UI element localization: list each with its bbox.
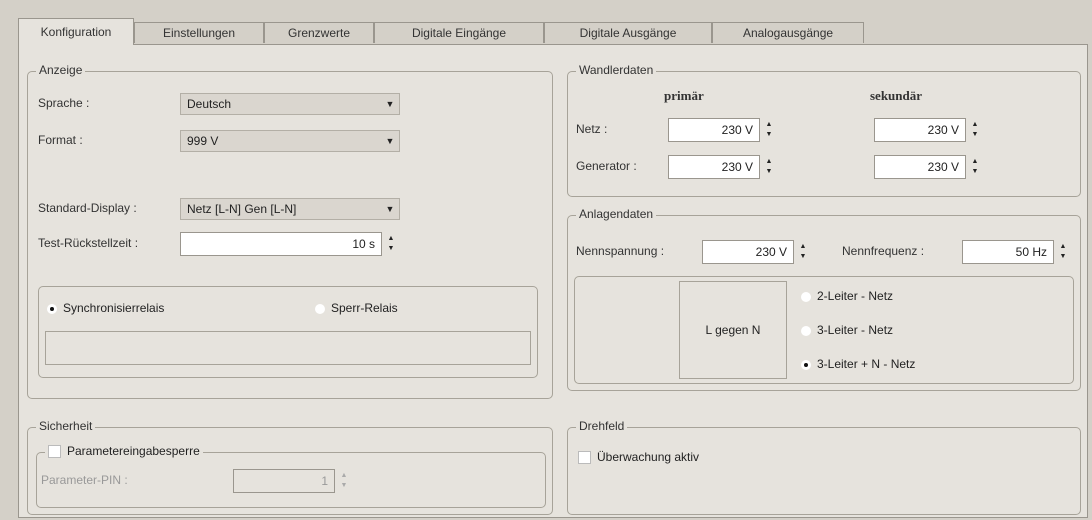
radio-dot: [801, 359, 811, 370]
checkbox-ueberwachung-aktiv[interactable]: Überwachung aktiv: [578, 450, 700, 465]
gen-primaer-spinner[interactable]: 230 V ▲ ▼: [668, 155, 778, 179]
sprache-label: Sprache :: [38, 96, 90, 110]
tab-digitale-ausgaenge[interactable]: Digitale Ausgänge: [544, 22, 712, 43]
gen-sekundaer-spinner[interactable]: 230 V ▲ ▼: [874, 155, 984, 179]
checkbox-label: Überwachung aktiv: [597, 450, 700, 464]
spin-down-icon[interactable]: ▼: [1056, 252, 1070, 262]
radio-dot: [801, 291, 811, 302]
standard-display-value: Netz [L-N] Gen [L-N]: [187, 202, 297, 216]
l-gegen-n-box: L gegen N: [679, 281, 787, 379]
radio-2-leiter-netz[interactable]: 2-Leiter - Netz: [801, 289, 893, 303]
anlagendaten-title: Anlagendaten: [576, 207, 657, 221]
spin-up-icon[interactable]: ▲: [762, 120, 776, 130]
tab-konfiguration[interactable]: Konfiguration: [18, 18, 134, 45]
nennfrequenz-label: Nennfrequenz :: [842, 244, 925, 258]
test-rueckstellzeit-value[interactable]: 10 s: [180, 232, 382, 256]
spin-down-icon[interactable]: ▼: [762, 130, 776, 140]
radio-dot: [47, 303, 57, 314]
drehfeld-group: Drehfeld Überwachung aktiv: [567, 419, 1081, 515]
gen-sekundaer-value[interactable]: 230 V: [874, 155, 966, 179]
format-select[interactable]: 999 V ▼: [180, 130, 400, 152]
anlagendaten-group: Anlagendaten Nennspannung : 230 V ▲ ▼ Nen…: [567, 207, 1081, 391]
radio-dot: [315, 303, 325, 314]
netz-sekundaer-spinner[interactable]: 230 V ▲ ▼: [874, 118, 984, 142]
spin-down-icon[interactable]: ▼: [968, 130, 982, 140]
chevron-down-icon: ▼: [385, 99, 395, 109]
nennspannung-label: Nennspannung :: [576, 244, 665, 258]
netz-primaer-spinner[interactable]: 230 V ▲ ▼: [668, 118, 778, 142]
parameter-pin-label: Parameter-PIN :: [41, 473, 128, 487]
nennfrequenz-value[interactable]: 50 Hz: [962, 240, 1054, 264]
primaer-header: primär: [664, 88, 704, 103]
spin-up-icon[interactable]: ▲: [968, 157, 982, 167]
checkbox-box: [578, 451, 591, 465]
sekundaer-header: sekundär: [870, 88, 923, 103]
radio-label: 3-Leiter - Netz: [817, 323, 894, 337]
tab-analogausgaenge[interactable]: Analogausgänge: [712, 22, 864, 43]
wandlerdaten-group: Wandlerdaten primär sekundär Netz : 230 …: [567, 63, 1081, 197]
tab-strip: Konfiguration Einstellungen Grenzwerte D…: [18, 18, 1088, 45]
drehfeld-title: Drehfeld: [576, 419, 628, 433]
anzeige-group: Anzeige Sprache : Deutsch ▼ Format : 999…: [27, 63, 553, 399]
nennspannung-value[interactable]: 230 V: [702, 240, 794, 264]
netzform-box: L gegen N 2-Leiter - Netz 3-Leiter - Net…: [574, 276, 1074, 384]
checkbox-box: [48, 445, 61, 459]
spin-up-icon[interactable]: ▲: [384, 234, 398, 244]
test-rueckstellzeit-label: Test-Rückstellzeit :: [38, 236, 139, 250]
spin-up-icon[interactable]: ▲: [968, 120, 982, 130]
nennfrequenz-spinner[interactable]: 50 Hz ▲ ▼: [962, 240, 1072, 264]
radio-sperr-relais[interactable]: Sperr-Relais: [315, 301, 398, 315]
chevron-down-icon: ▼: [385, 136, 395, 146]
radio-dot: [801, 325, 811, 336]
relais-config-area: [45, 331, 531, 365]
tab-einstellungen[interactable]: Einstellungen: [134, 22, 264, 43]
gen-primaer-value[interactable]: 230 V: [668, 155, 760, 179]
radio-3-leiter-n-netz[interactable]: 3-Leiter + N - Netz: [801, 357, 915, 371]
spin-up-icon[interactable]: ▲: [1056, 242, 1070, 252]
sicherheit-group: Sicherheit Parametereingabesperre Parame…: [27, 419, 553, 515]
parameter-pin-value[interactable]: 1: [233, 469, 335, 493]
chevron-down-icon: ▼: [385, 204, 395, 214]
wandlerdaten-title: Wandlerdaten: [576, 63, 657, 77]
radio-3-leiter-netz[interactable]: 3-Leiter - Netz: [801, 323, 893, 337]
l-gegen-n-label: L gegen N: [705, 323, 761, 337]
netz-label: Netz :: [576, 122, 608, 136]
standard-display-select[interactable]: Netz [L-N] Gen [L-N] ▼: [180, 198, 400, 220]
radio-label: Sperr-Relais: [331, 301, 398, 315]
format-value: 999 V: [187, 134, 219, 148]
standard-display-label: Standard-Display :: [38, 201, 137, 215]
test-rueckstellzeit-spinner[interactable]: 10 s ▲ ▼: [180, 232, 400, 256]
parameter-pin-spinner[interactable]: 1 ▲ ▼: [233, 469, 353, 493]
radio-label: 2-Leiter - Netz: [817, 289, 894, 303]
netz-primaer-value[interactable]: 230 V: [668, 118, 760, 142]
format-label: Format :: [38, 133, 83, 147]
anzeige-title: Anzeige: [36, 63, 86, 77]
spin-up-icon[interactable]: ▲: [337, 471, 351, 481]
relais-box: Synchronisierrelais Sperr-Relais: [38, 286, 538, 378]
spin-up-icon[interactable]: ▲: [762, 157, 776, 167]
spin-up-icon[interactable]: ▲: [796, 242, 810, 252]
netz-sekundaer-value[interactable]: 230 V: [874, 118, 966, 142]
sprache-value: Deutsch: [187, 97, 232, 111]
radio-label: Synchronisierrelais: [63, 301, 165, 315]
spin-down-icon[interactable]: ▼: [384, 244, 398, 254]
spin-down-icon[interactable]: ▼: [968, 167, 982, 177]
checkbox-parametereingabesperre[interactable]: Parametereingabesperre: [45, 444, 203, 459]
sicherheit-title: Sicherheit: [36, 419, 96, 433]
tab-panel-konfiguration: Anzeige Sprache : Deutsch ▼ Format : 999…: [18, 44, 1088, 518]
checkbox-label: Parametereingabesperre: [67, 444, 200, 458]
generator-label: Generator :: [576, 159, 637, 173]
sprache-select[interactable]: Deutsch ▼: [180, 93, 400, 115]
tab-digitale-eingaenge[interactable]: Digitale Eingänge: [374, 22, 544, 43]
nennspannung-spinner[interactable]: 230 V ▲ ▼: [702, 240, 812, 264]
spin-down-icon[interactable]: ▼: [796, 252, 810, 262]
radio-synchronisierrelais[interactable]: Synchronisierrelais: [47, 301, 164, 315]
spin-down-icon[interactable]: ▼: [337, 481, 351, 491]
tab-grenzwerte[interactable]: Grenzwerte: [264, 22, 374, 43]
spin-down-icon[interactable]: ▼: [762, 167, 776, 177]
parameter-sub-box: Parametereingabesperre Parameter-PIN : 1…: [36, 444, 546, 508]
radio-label: 3-Leiter + N - Netz: [817, 357, 916, 371]
